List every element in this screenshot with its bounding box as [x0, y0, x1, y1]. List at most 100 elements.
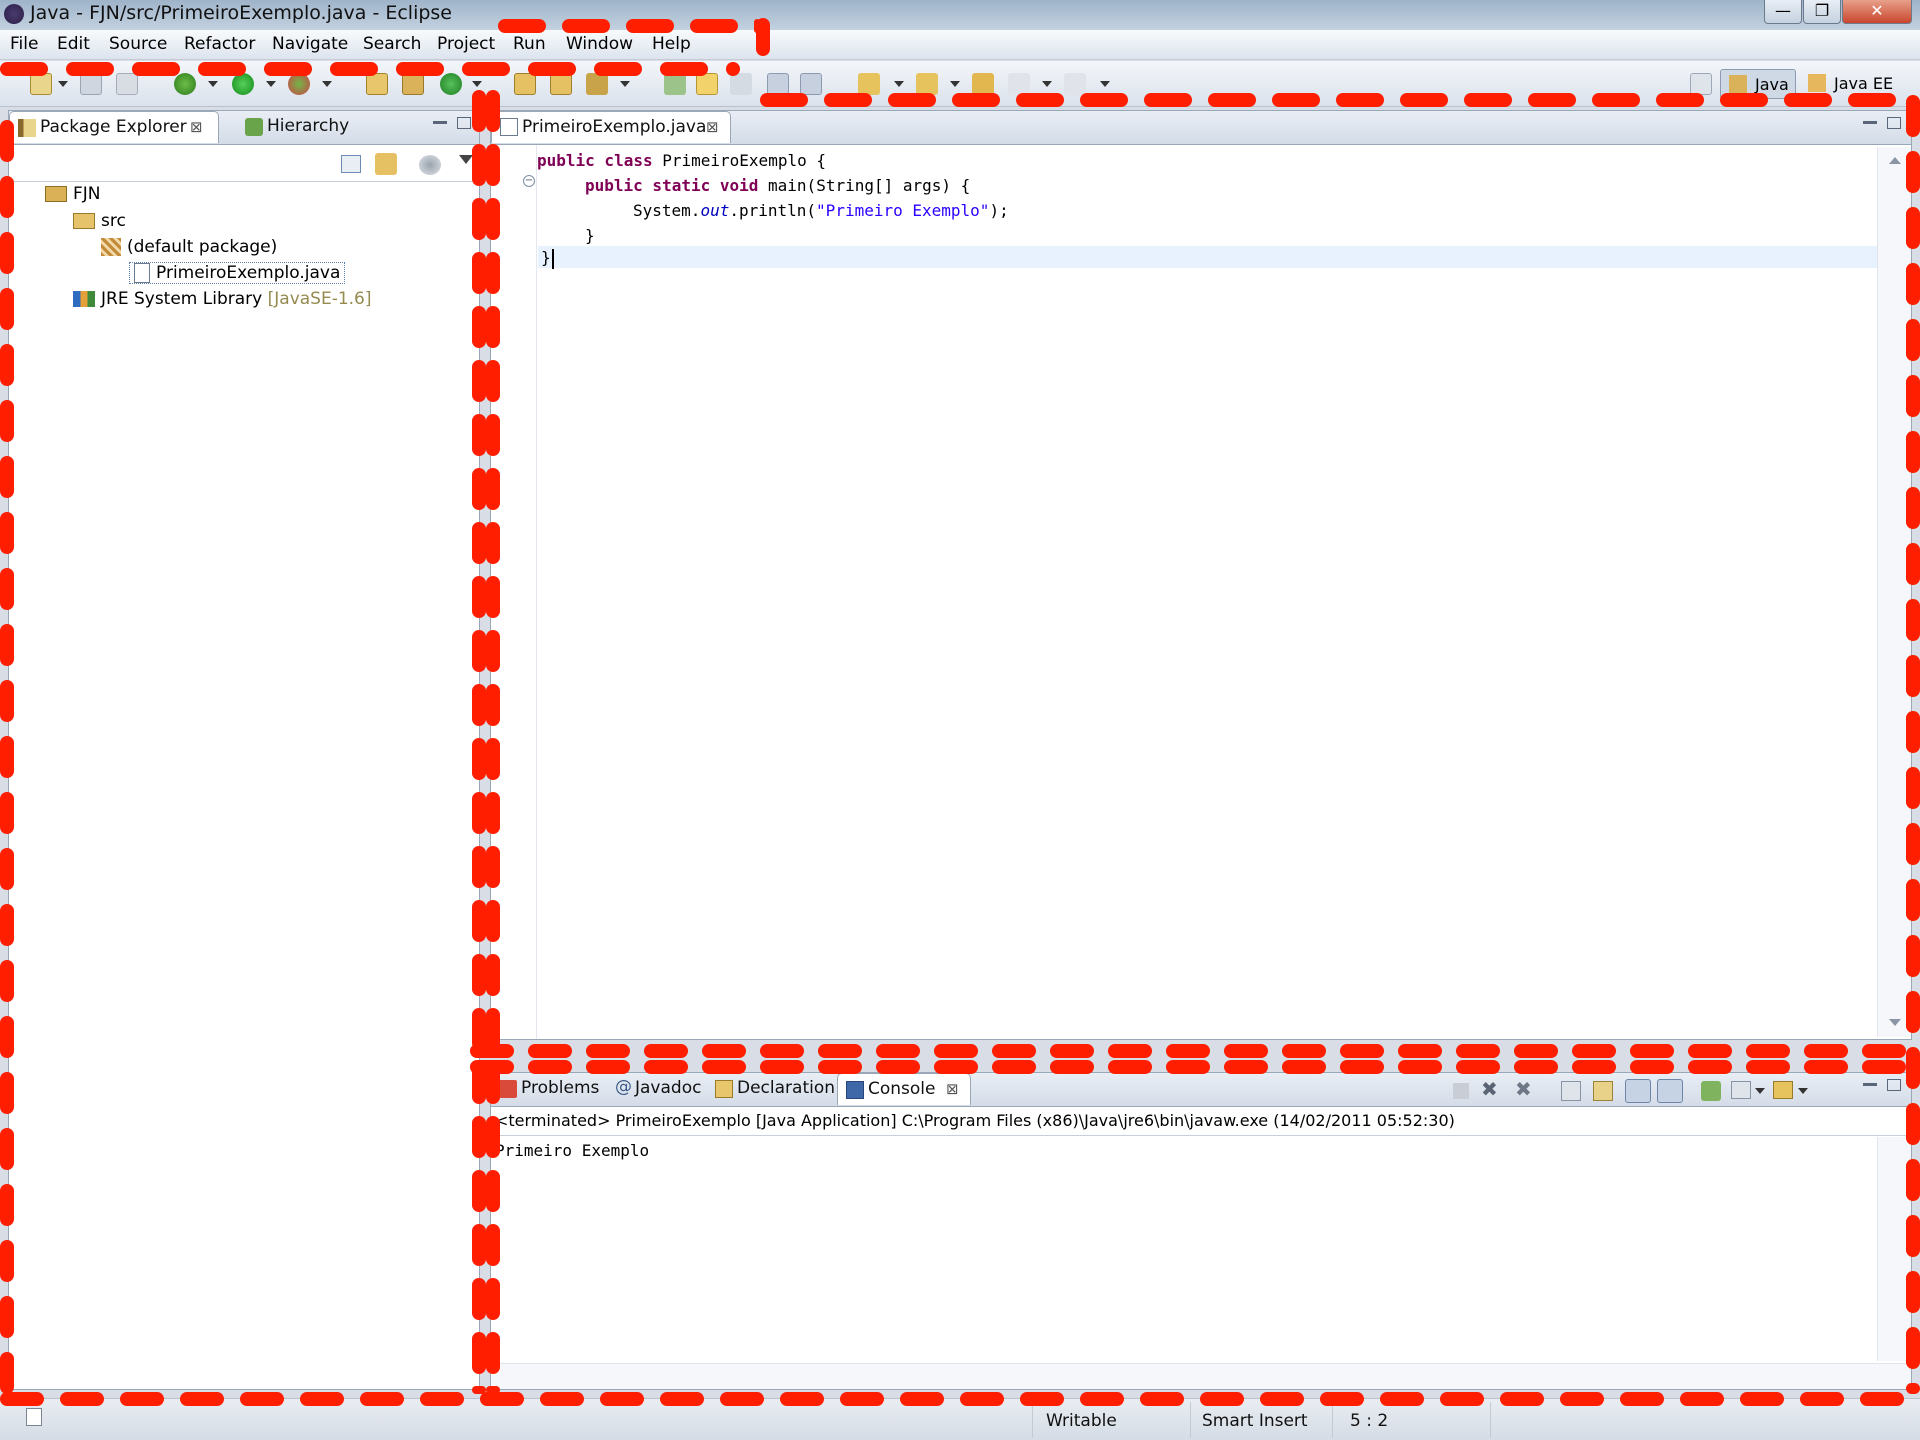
focus-icon[interactable] — [419, 155, 441, 175]
maximize-editor-icon[interactable] — [1887, 117, 1901, 129]
keyword: public static void — [585, 176, 759, 195]
toggle-ant-icon[interactable] — [664, 73, 686, 95]
open-type-icon[interactable] — [514, 73, 536, 95]
menu-run[interactable]: Run — [513, 34, 546, 54]
tree-item-java-file[interactable]: PrimeiroExemplo.java — [129, 262, 346, 284]
remove-all-terminated-icon[interactable]: ✖ — [1515, 1077, 1532, 1101]
new-java-project-icon[interactable] — [366, 73, 388, 95]
scroll-up-icon[interactable] — [1889, 157, 1901, 164]
highlight-dash — [486, 684, 500, 726]
menu-source[interactable]: Source — [109, 34, 167, 54]
console-output[interactable]: Primeiro Exemplo — [495, 1141, 649, 1160]
highlight-dash — [0, 1240, 14, 1282]
console-horizontal-scrollbar[interactable] — [491, 1363, 1911, 1389]
close-tab-icon[interactable]: ⊠ — [706, 118, 719, 136]
search-icon[interactable] — [586, 73, 608, 95]
clear-console-icon[interactable] — [1561, 1081, 1581, 1101]
menu-search[interactable]: Search — [363, 34, 421, 54]
tab-hierarchy[interactable]: Hierarchy — [237, 111, 367, 143]
show-stdout-icon[interactable] — [1625, 1079, 1651, 1103]
menu-project[interactable]: Project — [437, 34, 495, 54]
paragraph-icon[interactable] — [800, 73, 822, 95]
display-console-icon[interactable] — [1731, 1081, 1751, 1099]
minimize-button[interactable]: — — [1764, 0, 1802, 24]
new-icon[interactable] — [30, 73, 52, 95]
open-task-icon[interactable] — [550, 73, 572, 95]
code-line-5[interactable]: } — [541, 248, 554, 269]
close-tab-icon[interactable]: ⊠ — [190, 118, 203, 136]
back-icon[interactable] — [1008, 73, 1030, 95]
debug-dropdown-icon[interactable] — [208, 81, 218, 87]
view-menu-icon[interactable] — [459, 155, 473, 164]
maximize-console-icon[interactable] — [1887, 1079, 1901, 1091]
new-package-icon[interactable] — [402, 73, 424, 95]
code-line-2[interactable]: public static void main(String[] args) { — [585, 176, 970, 195]
console-panel: Problems @ Javadoc Declaration Console ⊠… — [490, 1072, 1912, 1390]
new-class-icon[interactable] — [440, 73, 462, 95]
previous-annotation-dropdown-icon[interactable] — [950, 81, 960, 87]
fast-view-icon[interactable] — [26, 1408, 42, 1426]
close-tab-icon[interactable]: ⊠ — [946, 1080, 959, 1098]
fold-collapse-icon[interactable]: − — [523, 175, 535, 187]
external-tools-dropdown-icon[interactable] — [322, 81, 332, 87]
tree-item-jre-library[interactable]: JRE System Library [JavaSE-1.6] — [73, 289, 372, 309]
scroll-lock-icon[interactable] — [1593, 1081, 1613, 1101]
collapse-all-icon[interactable] — [341, 155, 361, 173]
show-stderr-icon[interactable] — [1657, 1079, 1683, 1103]
tab-primeiro-exemplo[interactable]: PrimeiroExemplo.java ⊠ — [491, 111, 731, 143]
open-perspective-icon[interactable] — [1690, 73, 1712, 95]
run-dropdown-icon[interactable] — [266, 81, 276, 87]
tree-item-default-package[interactable]: (default package) — [101, 237, 277, 257]
minimize-editor-icon[interactable] — [1863, 121, 1877, 124]
code-line-4[interactable]: } — [585, 226, 595, 245]
menu-window[interactable]: Window — [566, 34, 633, 54]
toggle-mark-occurrences-icon[interactable] — [696, 73, 718, 95]
tab-javadoc[interactable]: @ Javadoc — [605, 1073, 707, 1105]
tab-package-explorer[interactable]: Package Explorer ⊠ — [9, 111, 219, 143]
menu-help[interactable]: Help — [652, 34, 691, 54]
minimize-console-icon[interactable] — [1863, 1083, 1877, 1086]
close-button[interactable]: ✕ — [1842, 0, 1912, 24]
remove-launch-icon[interactable]: ✖ — [1481, 1077, 1498, 1101]
print-icon[interactable] — [116, 73, 138, 95]
menu-navigate[interactable]: Navigate — [272, 34, 348, 54]
maximize-view-icon[interactable] — [457, 117, 471, 129]
toggle-block-selection-icon[interactable] — [730, 73, 752, 95]
editor-tab-label: PrimeiroExemplo.java — [522, 117, 707, 137]
code-line-3[interactable]: System.out.println("Primeiro Exemplo"); — [633, 201, 1009, 220]
previous-annotation-icon[interactable] — [916, 73, 938, 95]
forward-dropdown-icon[interactable] — [1100, 81, 1110, 87]
pin-console-icon[interactable] — [1701, 1081, 1721, 1101]
status-writable: Writable — [1046, 1411, 1117, 1431]
save-icon[interactable] — [80, 73, 102, 95]
tab-problems[interactable]: Problems — [491, 1073, 605, 1105]
run-icon[interactable] — [232, 73, 254, 95]
back-dropdown-icon[interactable] — [1042, 81, 1052, 87]
minimize-view-icon[interactable] — [433, 121, 447, 124]
tree-item-src[interactable]: src — [73, 211, 126, 231]
last-edit-location-icon[interactable] — [972, 73, 994, 95]
new-class-dropdown-icon[interactable] — [472, 81, 482, 87]
tree-item-project[interactable]: FJN — [45, 184, 101, 204]
code-line-1[interactable]: public class PrimeiroExemplo { — [537, 151, 826, 170]
forward-icon[interactable] — [1064, 73, 1086, 95]
open-console-dropdown-icon[interactable] — [1798, 1088, 1808, 1094]
open-console-icon[interactable] — [1773, 1081, 1793, 1099]
next-annotation-icon[interactable] — [858, 73, 880, 95]
display-console-dropdown-icon[interactable] — [1755, 1088, 1765, 1094]
menu-edit[interactable]: Edit — [57, 34, 90, 54]
restore-button[interactable]: ❐ — [1803, 0, 1841, 24]
menu-refactor[interactable]: Refactor — [184, 34, 255, 54]
link-with-editor-icon[interactable] — [375, 153, 397, 175]
terminate-icon[interactable] — [1453, 1083, 1469, 1099]
search-dropdown-icon[interactable] — [620, 81, 630, 87]
tab-declaration[interactable]: Declaration — [707, 1073, 837, 1105]
scroll-down-icon[interactable] — [1889, 1019, 1901, 1026]
new-dropdown-icon[interactable] — [58, 81, 68, 87]
show-whitespace-icon[interactable] — [767, 73, 789, 95]
external-tools-icon[interactable] — [288, 73, 310, 95]
tab-console[interactable]: Console ⊠ — [837, 1073, 971, 1105]
next-annotation-dropdown-icon[interactable] — [894, 81, 904, 87]
menu-file[interactable]: File — [10, 34, 38, 54]
debug-icon[interactable] — [174, 73, 196, 95]
